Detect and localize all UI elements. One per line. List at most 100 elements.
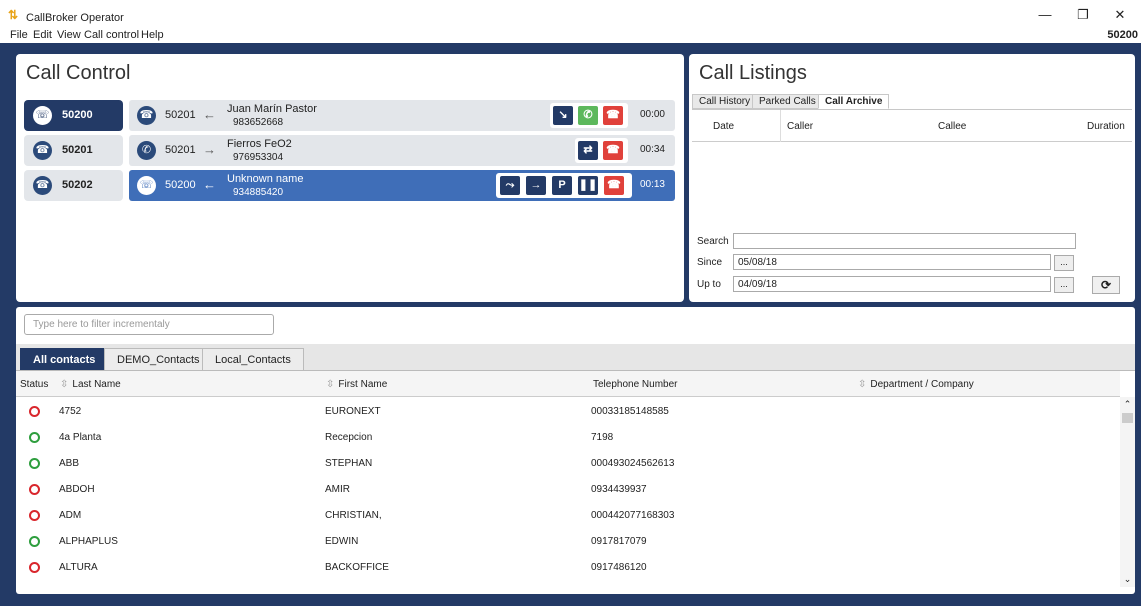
sort-icon: ⇳ xyxy=(60,379,69,390)
status-red-icon xyxy=(29,484,40,495)
column-department[interactable]: ⇳ Department / Company xyxy=(858,379,974,390)
contacts-tabs: All contacts DEMO_Contacts Local_Contact… xyxy=(16,344,1135,371)
status-green-icon xyxy=(29,536,40,547)
tab-call-history[interactable]: Call History xyxy=(692,94,758,109)
scroll-down-icon[interactable]: ⌄ xyxy=(1120,574,1135,585)
last-name-cell: ABB xyxy=(59,458,80,469)
caller-number: 983652668 xyxy=(233,117,284,128)
call-actions: ⤳ → P ❚❚ ☎ xyxy=(496,173,632,198)
first-name-cell: AMIR xyxy=(325,484,350,495)
extension-button-50201[interactable]: ☎ 50201 xyxy=(24,135,123,166)
phone-hold-icon: ☎ xyxy=(137,106,156,125)
sort-icon: ⇳ xyxy=(858,379,867,390)
blind-transfer-button[interactable]: ⤳ xyxy=(500,176,520,195)
table-row[interactable]: ALPHAPLUS EDWIN 0917817079 xyxy=(16,529,1120,555)
telephone-cell: 000442077168303 xyxy=(591,510,675,521)
column-first-name[interactable]: ⇳ First Name xyxy=(326,379,387,390)
column-date[interactable]: Date xyxy=(713,121,734,132)
call-duration: 00:00 xyxy=(639,109,665,120)
table-header: Date Caller Callee Duration xyxy=(692,110,1132,142)
scroll-up-icon[interactable]: ⌃ xyxy=(1120,399,1135,410)
outgoing-arrow-icon: → xyxy=(203,142,216,157)
call-row[interactable]: ☎ 50201 ← Juan Marín Pastor 983652668 ↘ … xyxy=(129,100,675,131)
menu-call-control[interactable]: Call control xyxy=(84,29,139,41)
tab-local-contacts[interactable]: Local_Contacts xyxy=(202,348,304,370)
tab-parked-calls[interactable]: Parked Calls xyxy=(752,94,823,109)
tab-all-contacts[interactable]: All contacts xyxy=(20,348,109,370)
upto-picker-button[interactable]: ... xyxy=(1054,277,1074,293)
column-telephone[interactable]: Telephone Number xyxy=(593,379,678,390)
table-row[interactable]: ABDOH AMIR 0934439937 xyxy=(16,477,1120,503)
since-label: Since xyxy=(697,257,723,268)
table-row[interactable]: 4a Planta Recepcion 7198 xyxy=(16,425,1120,451)
menu-view[interactable]: View xyxy=(57,29,81,41)
incoming-arrow-icon: ← xyxy=(203,107,216,122)
tab-demo-contacts[interactable]: DEMO_Contacts xyxy=(104,348,213,370)
since-date-field[interactable]: 05/08/18 xyxy=(733,254,1051,270)
since-picker-button[interactable]: ... xyxy=(1054,255,1074,271)
attended-transfer-button[interactable]: → xyxy=(526,176,546,195)
column-last-name[interactable]: ⇳ Last Name xyxy=(60,379,121,390)
refresh-icon[interactable]: ⟳ xyxy=(1092,276,1120,294)
phone-hangup-icon: ☎ xyxy=(33,176,52,195)
scroll-thumb[interactable] xyxy=(1122,413,1133,423)
phone-icon: ✆ xyxy=(137,141,156,160)
table-row[interactable]: ABB STEPHAN 000493024562613 xyxy=(16,451,1120,477)
close-button[interactable]: ✕ xyxy=(1105,6,1135,24)
phone-ringing-icon: ☏ xyxy=(137,176,156,195)
column-callee[interactable]: Callee xyxy=(938,121,966,132)
title-bar: ⇅ CallBroker Operator — ❐ ✕ xyxy=(0,0,1141,28)
minimize-button[interactable]: — xyxy=(1030,6,1060,24)
last-name-cell: 4752 xyxy=(59,406,82,417)
menu-file[interactable]: File xyxy=(10,29,28,41)
menu-edit[interactable]: Edit xyxy=(33,29,52,41)
last-name-cell: ALPHAPLUS xyxy=(59,536,118,547)
tab-call-archive[interactable]: Call Archive xyxy=(818,94,890,109)
hangup-button[interactable]: ☎ xyxy=(603,141,623,160)
first-name-cell: Recepcion xyxy=(325,432,373,443)
table-row[interactable]: ALTURA BACKOFFICE 0917486120 xyxy=(16,555,1120,581)
menu-help[interactable]: Help xyxy=(141,29,164,41)
extension-label: 50201 xyxy=(62,144,93,156)
column-divider xyxy=(780,110,781,142)
call-actions: ↘ ✆ ☎ xyxy=(550,103,628,128)
caller-number: 934885420 xyxy=(233,187,284,198)
call-duration: 00:34 xyxy=(639,144,665,155)
upto-date-field[interactable]: 04/09/18 xyxy=(733,276,1051,292)
transfer-button[interactable]: ↘ xyxy=(553,106,573,125)
contacts-scrollbar[interactable]: ⌃ ⌄ xyxy=(1120,397,1135,587)
caller-name: Juan Marín Pastor xyxy=(227,103,317,115)
column-caller[interactable]: Caller xyxy=(787,121,813,132)
call-row-active[interactable]: ☏ 50200 ← Unknown name 934885420 ⤳ → P ❚… xyxy=(129,170,675,201)
call-control-title: Call Control xyxy=(26,62,131,84)
caller-number: 976953304 xyxy=(233,152,284,163)
extension-button-50202[interactable]: ☎ 50202 xyxy=(24,170,123,201)
hangup-button[interactable]: ☎ xyxy=(603,106,623,125)
call-listings-panel: Call Listings Call History Parked Calls … xyxy=(689,54,1135,302)
first-name-cell: STEPHAN xyxy=(325,458,373,469)
column-duration[interactable]: Duration xyxy=(1087,121,1125,132)
status-red-icon xyxy=(29,406,40,417)
phone-ringing-icon: ☏ xyxy=(33,106,52,125)
call-actions: ⇄ ☎ xyxy=(575,138,628,163)
call-duration: 00:13 xyxy=(639,179,665,190)
park-button[interactable]: P xyxy=(552,176,572,195)
telephone-cell: 000493024562613 xyxy=(591,458,675,469)
extension-label: 50200 xyxy=(62,109,93,121)
restore-button[interactable]: ❐ xyxy=(1068,6,1098,24)
column-status[interactable]: Status xyxy=(20,379,48,390)
hangup-button[interactable]: ☎ xyxy=(604,176,624,195)
pause-button[interactable]: ❚❚ xyxy=(578,176,598,195)
table-row[interactable]: ADM CHRISTIAN, 000442077168303 xyxy=(16,503,1120,529)
extension-button-50200[interactable]: ☏ 50200 xyxy=(24,100,123,131)
hold-transfer-button[interactable]: ⇄ xyxy=(578,141,598,160)
answer-button[interactable]: ✆ xyxy=(578,106,598,125)
search-input[interactable] xyxy=(733,233,1076,249)
last-name-cell: ALTURA xyxy=(59,562,98,573)
incoming-arrow-icon: ← xyxy=(203,177,216,192)
call-row[interactable]: ✆ 50201 → Fierros FeO2 976953304 ⇄ ☎ 00:… xyxy=(129,135,675,166)
search-label: Search xyxy=(697,236,729,247)
table-row[interactable]: 4752 EURONEXT 00033185148585 xyxy=(16,399,1120,425)
telephone-cell: 7198 xyxy=(591,432,614,443)
contacts-filter-input[interactable]: Type here to filter incrementaly xyxy=(24,314,274,335)
